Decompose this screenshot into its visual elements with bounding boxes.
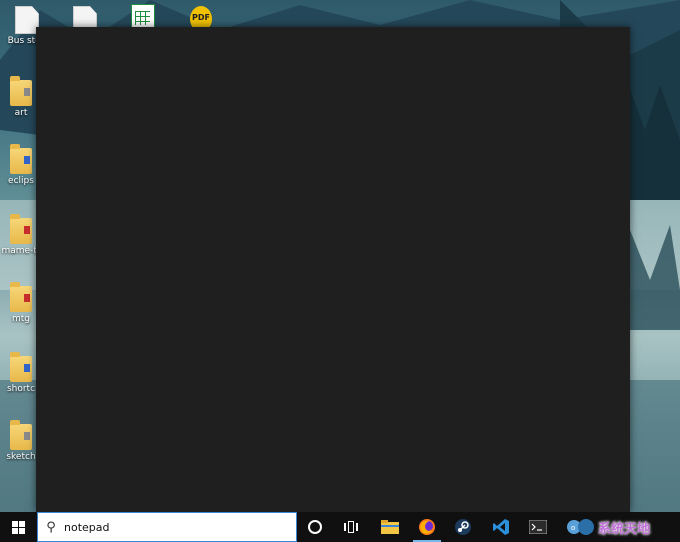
search-results-panel bbox=[36, 27, 630, 512]
cortana-circle-icon bbox=[308, 520, 322, 534]
vscode-icon bbox=[493, 519, 509, 535]
folder-icon bbox=[10, 352, 32, 382]
desktop-icon-label: mtg bbox=[11, 314, 30, 324]
folder-icon bbox=[10, 214, 32, 244]
desktop: Bus stop PDF art eclips mame-tr mtg shor… bbox=[0, 0, 680, 542]
folder-icon bbox=[10, 144, 32, 174]
desktop-icon-label: art bbox=[14, 108, 28, 118]
firefox-icon bbox=[419, 519, 435, 535]
steam-icon bbox=[455, 519, 471, 535]
watermark-text: 系统天地 bbox=[598, 521, 651, 537]
cortana-button[interactable] bbox=[297, 512, 333, 542]
task-view-icon bbox=[344, 521, 358, 533]
folder-icon bbox=[381, 520, 399, 534]
terminal-button[interactable] bbox=[520, 512, 556, 542]
watermark: o 系统天地 bbox=[566, 512, 680, 542]
folder-icon bbox=[10, 76, 32, 106]
desktop-icon-label: sketch bbox=[6, 452, 36, 462]
vscode-button[interactable] bbox=[483, 512, 519, 542]
task-view-button[interactable] bbox=[333, 512, 369, 542]
windows-logo-icon bbox=[11, 520, 25, 534]
taskbar-search-box[interactable]: ⚲ bbox=[37, 512, 297, 542]
start-button[interactable] bbox=[0, 512, 36, 542]
steam-button[interactable] bbox=[445, 512, 481, 542]
search-input[interactable] bbox=[64, 520, 284, 534]
file-explorer-button[interactable] bbox=[372, 512, 408, 542]
search-icon: ⚲ bbox=[46, 519, 56, 535]
desktop-icon-label: eclips bbox=[8, 176, 34, 186]
firefox-button[interactable] bbox=[409, 512, 445, 542]
folder-icon bbox=[10, 420, 32, 450]
terminal-icon bbox=[529, 520, 547, 534]
desktop-icon-label: mame-tr bbox=[1, 246, 41, 256]
watermark-logo-icon: o bbox=[567, 519, 594, 535]
svg-text:o: o bbox=[571, 524, 575, 532]
desktop-icon-label: shortc bbox=[6, 384, 36, 394]
folder-icon bbox=[10, 282, 32, 312]
